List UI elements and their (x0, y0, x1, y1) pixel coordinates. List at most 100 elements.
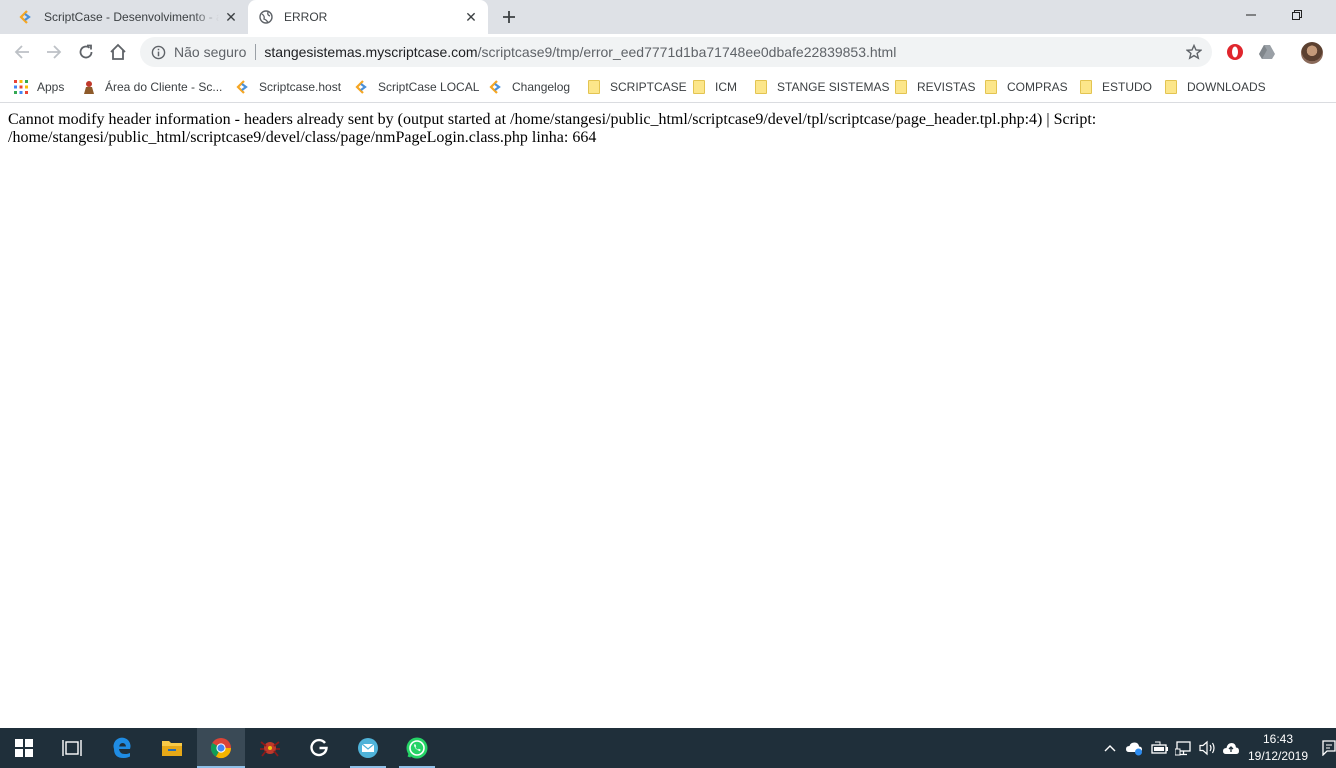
minimize-button[interactable] (1228, 0, 1274, 30)
taskbar-clock[interactable]: 16:43 19/12/2019 (1244, 731, 1312, 765)
file-explorer-button[interactable] (148, 728, 196, 768)
g-app-taskbar-button[interactable] (295, 728, 343, 768)
folder-icon (162, 741, 182, 756)
info-icon[interactable] (150, 44, 166, 60)
clock-date: 19/12/2019 (1247, 749, 1309, 763)
bookmarks-bar: Apps Área do Cliente - Sc... Scriptcase.… (0, 70, 1336, 103)
mail-app-taskbar-button[interactable] (344, 728, 392, 768)
bookmark-label: ScriptCase LOCAL (378, 80, 480, 94)
bookmark-label: SCRIPTCASE (610, 80, 687, 94)
url-path: /scriptcase9/tmp/error_eed7771d1ba71748e… (477, 44, 897, 60)
battery-icon (1151, 741, 1168, 754)
profile-avatar[interactable] (1301, 42, 1323, 64)
bookmark-folder-revistas[interactable]: REVISTAS (893, 75, 975, 99)
cloud-sync-icon (1126, 742, 1142, 756)
windows-logo-icon (15, 739, 33, 757)
security-label: Não seguro (174, 44, 247, 60)
folder-icon (893, 79, 909, 95)
bookmark-folder-downloads[interactable]: DOWNLOADS (1163, 75, 1266, 99)
bookmark-label: Scriptcase.host (259, 80, 342, 94)
bookmark-label: COMPRAS (1007, 80, 1068, 94)
folder-icon (753, 79, 769, 95)
tab-error[interactable]: ERROR ✕ (248, 0, 488, 34)
show-hidden-icons-button[interactable] (1101, 728, 1119, 768)
forward-arrow-icon (47, 45, 62, 59)
chrome-icon (210, 738, 232, 759)
back-button[interactable] (9, 39, 35, 65)
globe-icon (258, 9, 274, 25)
bookmark-apps[interactable]: Apps (13, 75, 64, 99)
folder-icon (691, 79, 707, 95)
bookmark-scriptcase-local[interactable]: ScriptCase LOCAL (354, 75, 479, 99)
bookmark-scriptcase-host[interactable]: Scriptcase.host (235, 75, 341, 99)
bookmark-folder-stange-sistemas[interactable]: STANGE SISTEMAS (753, 75, 889, 99)
address-divider (255, 44, 257, 60)
mail-icon (358, 738, 378, 758)
action-center-button[interactable] (1322, 740, 1336, 757)
folder-icon (983, 79, 999, 95)
apps-grid-icon (13, 79, 29, 95)
speaker-icon (1199, 740, 1215, 756)
restore-button[interactable] (1274, 0, 1320, 30)
task-view-icon (62, 740, 82, 756)
scriptcase-icon (354, 79, 370, 95)
scriptcase-icon (18, 9, 34, 25)
reload-button[interactable] (73, 39, 99, 65)
tab-title: ERROR (284, 10, 328, 24)
close-tab-icon[interactable]: ✕ (463, 9, 479, 25)
restore-icon (1292, 10, 1302, 20)
close-tab-icon[interactable]: ✕ (223, 9, 239, 25)
onedrive-sync-tray[interactable] (1124, 728, 1146, 768)
bookmark-folder-scriptcase[interactable]: SCRIPTCASE (586, 75, 687, 99)
task-view-button[interactable] (48, 728, 96, 768)
tab-scriptcase[interactable]: ScriptCase - Desenvolvimento - a ✕ (8, 0, 248, 34)
bug-app-icon (260, 741, 280, 757)
tab-strip: ScriptCase - Desenvolvimento - a ✕ ERROR… (0, 0, 1336, 34)
whatsapp-taskbar-button[interactable] (393, 728, 441, 768)
page-content: Cannot modify header information - heade… (0, 103, 1336, 728)
bookmark-label: Apps (37, 80, 65, 94)
chevron-up-icon (1104, 745, 1116, 752)
address-bar[interactable]: Não seguro stangesistemas.myscriptcase.c… (140, 37, 1212, 67)
clock-time: 16:43 (1262, 732, 1294, 746)
bookmark-label: ESTUDO (1102, 80, 1153, 94)
opera-extension-icon[interactable] (1226, 43, 1244, 61)
edge-icon (113, 737, 131, 758)
url-text[interactable]: stangesistemas.myscriptcase.com/scriptca… (264, 44, 896, 60)
start-button[interactable] (0, 728, 48, 768)
bookmark-changelog[interactable]: Changelog (488, 75, 570, 99)
home-icon (110, 43, 126, 60)
network-tray[interactable] (1173, 728, 1195, 768)
minimize-icon (1246, 14, 1256, 16)
battery-tray[interactable] (1149, 728, 1171, 768)
edge-taskbar-button[interactable] (98, 728, 146, 768)
reload-icon (79, 44, 93, 59)
client-area-icon (81, 79, 97, 95)
cloud-upload-tray[interactable] (1220, 728, 1242, 768)
volume-tray[interactable] (1197, 728, 1219, 768)
back-arrow-icon (14, 45, 29, 59)
bookmark-label: STANGE SISTEMAS (777, 80, 890, 94)
network-icon (1175, 741, 1191, 756)
bookmark-label: ICM (715, 80, 737, 94)
error-message: Cannot modify header information - heade… (8, 111, 1097, 146)
new-tab-button[interactable] (498, 6, 520, 28)
bookmark-folder-estudo[interactable]: ESTUDO (1078, 75, 1152, 99)
bookmark-label: Área do Cliente - Sc... (105, 80, 223, 94)
bookmark-area-cliente[interactable]: Área do Cliente - Sc... (81, 75, 222, 99)
home-button[interactable] (105, 39, 131, 65)
folder-icon (586, 79, 602, 95)
chrome-taskbar-button[interactable] (197, 728, 245, 768)
forward-button[interactable] (41, 39, 67, 65)
bookmark-folder-icm[interactable]: ICM (691, 75, 737, 99)
browser-toolbar: Não seguro stangesistemas.myscriptcase.c… (0, 34, 1336, 70)
bookmark-star-icon[interactable] (1185, 43, 1203, 60)
bookmark-label: Changelog (512, 80, 571, 94)
g-app-icon (310, 738, 328, 757)
folder-icon (1163, 79, 1179, 95)
drive-extension-icon[interactable] (1258, 43, 1276, 61)
bookmark-folder-compras[interactable]: COMPRAS (983, 75, 1068, 99)
windows-taskbar: 16:43 19/12/2019 (0, 728, 1336, 768)
notification-icon (1322, 740, 1336, 757)
app-taskbar-button[interactable] (246, 728, 294, 768)
